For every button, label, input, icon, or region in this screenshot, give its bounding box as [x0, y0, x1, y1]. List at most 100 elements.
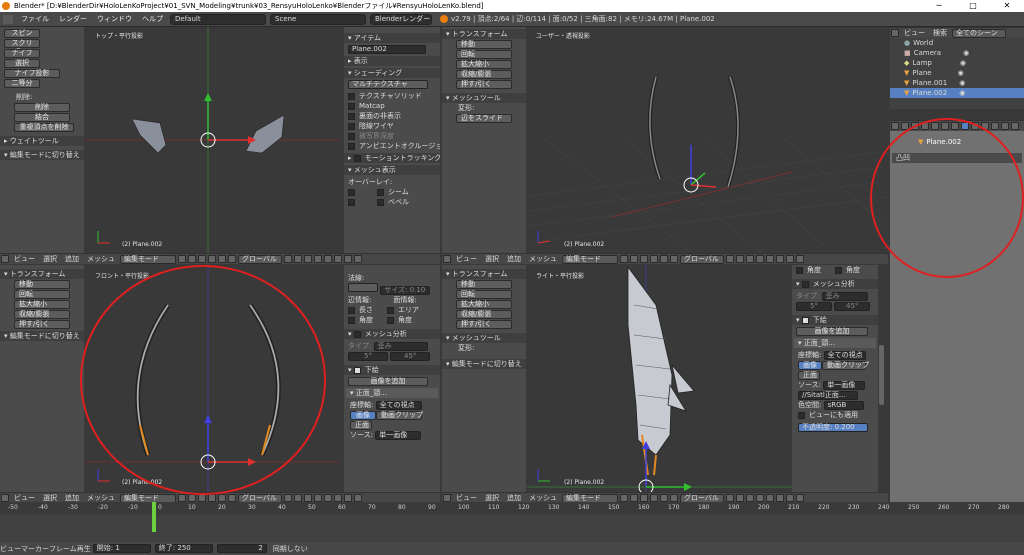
scale-icon[interactable] — [670, 255, 678, 263]
shrink-fatten-button[interactable]: 収縮/膨張 — [456, 310, 512, 319]
edge-select-icon[interactable] — [746, 255, 754, 263]
outliner-item-world[interactable]: ● World — [904, 38, 1024, 48]
snap-icon[interactable] — [786, 255, 794, 263]
menu-add[interactable]: 追加 — [61, 254, 83, 264]
visibility-eye-icon[interactable]: ◉ — [958, 69, 964, 77]
current-frame-field[interactable]: 2 — [216, 544, 267, 553]
source-select[interactable]: 単一画像 — [375, 431, 422, 440]
rotate-icon[interactable] — [218, 255, 226, 263]
snap-icon[interactable] — [344, 255, 352, 263]
checkbox-icon[interactable] — [801, 316, 809, 324]
checkbox-icon[interactable] — [353, 154, 361, 162]
mesh-display-section[interactable]: ▾ メッシュ表示 — [344, 165, 440, 175]
screen-layout-select[interactable]: Default — [170, 13, 266, 25]
weight-tools-section[interactable]: ▸ ウェイトツール — [0, 136, 84, 146]
occlude-icon[interactable] — [324, 494, 332, 502]
edit-mode-toggle-section[interactable]: ▾ 編集モードに切り替え — [442, 359, 526, 369]
mesh-tools-section[interactable]: ▾ メッシュツール — [442, 93, 526, 103]
vertex-select-icon[interactable] — [736, 255, 744, 263]
layer-icon[interactable] — [726, 255, 734, 263]
editor-type-icon[interactable] — [1, 255, 9, 263]
scale-button[interactable]: 拡大縮小 — [14, 300, 70, 309]
translate-button[interactable]: 移動 — [456, 280, 512, 289]
pivot-icon[interactable] — [188, 494, 196, 502]
menu-playback[interactable]: 再生 — [77, 544, 91, 554]
render-icon[interactable] — [354, 255, 362, 263]
checkbox-face-angle[interactable] — [387, 316, 394, 324]
edit-mode-toggle-section[interactable]: ▾ 編集モードに切り替え — [0, 331, 84, 341]
menu-select[interactable]: 選択 — [481, 254, 503, 264]
mesh-analysis-section[interactable]: ▾ メッシュ分析 — [344, 329, 440, 339]
transform-section[interactable]: ▾ トランスフォーム — [442, 29, 526, 39]
render-icon[interactable] — [796, 494, 804, 502]
visibility-eye-icon[interactable]: ◉ — [959, 89, 965, 97]
rotate-icon[interactable] — [218, 494, 226, 502]
shading-icon[interactable] — [178, 494, 186, 502]
vertex-select-icon[interactable] — [294, 494, 302, 502]
outliner-item-plane001[interactable]: ▼ Plane.001 ◉ — [904, 78, 1024, 88]
particles-tab-icon[interactable] — [1001, 122, 1009, 130]
view-also-row[interactable]: ビューにも適用 — [792, 410, 878, 420]
checkbox-backface-culling[interactable]: 裏面の非表示 — [348, 111, 440, 121]
checkbox-length[interactable] — [348, 306, 355, 314]
normal-display-icons[interactable] — [348, 283, 378, 292]
vertex-select-icon[interactable] — [294, 255, 302, 263]
scale-button[interactable]: 拡大縮小 — [456, 300, 512, 309]
menu-marker[interactable]: マーカー — [21, 544, 49, 554]
push-pull-button[interactable]: 押す/引く — [456, 80, 512, 89]
bisect-button[interactable]: 二等分 — [4, 79, 40, 88]
min-degree-field[interactable]: 5° — [796, 302, 832, 311]
edge-select-icon[interactable] — [304, 494, 312, 502]
display-mode-select[interactable]: 全てのシーン — [952, 28, 1006, 38]
type-select[interactable]: 歪み — [821, 292, 868, 301]
checkbox-faces[interactable] — [348, 188, 355, 196]
mode-select[interactable]: 編集モード — [120, 254, 176, 264]
outliner-item-plane002[interactable]: ▼ Plane.002 ◉ — [890, 88, 1024, 98]
display-section[interactable]: ▸ 表示 — [344, 56, 440, 66]
translate-icon[interactable] — [208, 255, 216, 263]
delete-dropdown[interactable]: 削除 — [14, 103, 70, 112]
current-frame-marker[interactable] — [152, 502, 156, 532]
checkbox-ambient-occlusion[interactable]: アンビエントオクルージョン(AO) — [348, 141, 440, 151]
front-view-button[interactable]: 正面 — [798, 371, 820, 380]
face-select-icon[interactable] — [756, 255, 764, 263]
physics-tab-icon[interactable] — [1011, 122, 1019, 130]
sync-select[interactable]: 同期しない — [273, 544, 317, 554]
screw-button[interactable]: スクリュー — [4, 39, 40, 54]
proportional-icon[interactable] — [334, 255, 342, 263]
source-select[interactable]: 単一画像 — [823, 381, 866, 390]
menu-view[interactable]: ビュー — [452, 254, 481, 264]
image-tab[interactable]: 画像 — [798, 361, 822, 370]
face-select-icon[interactable] — [756, 494, 764, 502]
scene-select[interactable]: Scene — [270, 13, 366, 25]
occlude-icon[interactable] — [766, 255, 774, 263]
axis-select[interactable]: 全ての視点 — [823, 351, 866, 360]
translate-icon[interactable] — [208, 494, 216, 502]
visibility-eye-icon[interactable]: ◉ — [960, 59, 966, 67]
min-degree-field[interactable]: 5° — [348, 352, 388, 361]
push-pull-button[interactable]: 押す/引く — [14, 320, 70, 329]
edge-select-icon[interactable] — [746, 494, 754, 502]
proportional-icon[interactable] — [334, 494, 342, 502]
edit-mode-toggle-section[interactable]: ▾ 編集モードに切り替え — [0, 150, 84, 160]
manipulator-icon[interactable] — [640, 494, 648, 502]
menu-mesh[interactable]: メッシュ — [525, 254, 561, 264]
spin-button[interactable]: スピン — [4, 29, 40, 38]
face-select-icon[interactable] — [314, 494, 322, 502]
edge-select-icon[interactable] — [304, 255, 312, 263]
editor-type-icon[interactable] — [1, 494, 9, 502]
menu-view[interactable]: ビュー — [0, 544, 21, 554]
add-image-button[interactable]: 画像を追加 — [348, 377, 428, 386]
checkbox-icon[interactable] — [353, 330, 361, 338]
translate-icon[interactable] — [650, 255, 658, 263]
layer-icon[interactable] — [284, 494, 292, 502]
render-icon[interactable] — [796, 255, 804, 263]
editor-type-icon[interactable] — [891, 122, 899, 130]
start-frame-field[interactable]: 開始: 1 — [92, 544, 151, 553]
item-section[interactable]: ▾ アイテム — [344, 33, 440, 43]
menu-search[interactable]: 検索 — [929, 28, 951, 38]
checkbox-area[interactable] — [387, 306, 394, 314]
movieclip-tab[interactable]: 動画クリップ — [822, 361, 869, 370]
shading-icon[interactable] — [620, 255, 628, 263]
viewport-right[interactable]: ライト・平行投影 (2) Plane.002 ▾ トランスフォーム 移動 回転 … — [442, 265, 888, 492]
